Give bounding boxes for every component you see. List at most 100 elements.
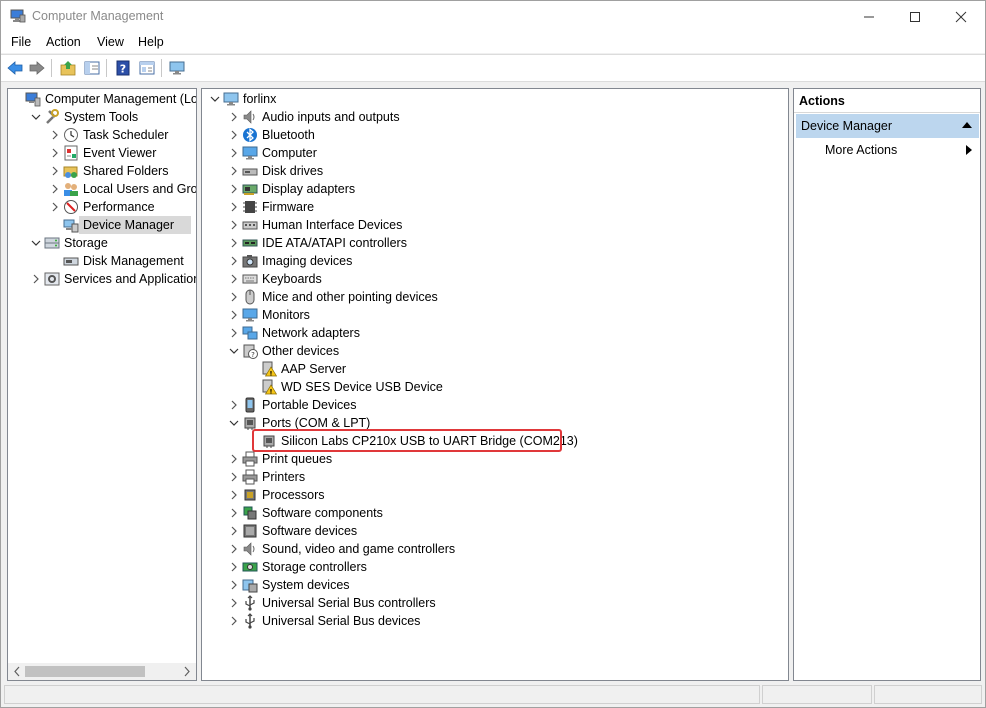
device-tree-item-human-interface-devices[interactable]: Human Interface Devices bbox=[202, 216, 788, 234]
collapsed-chevron-icon[interactable] bbox=[228, 507, 240, 519]
computer-management-icon bbox=[10, 9, 26, 23]
device-tree-item-audio-inputs-and-outputs[interactable]: Audio inputs and outputs bbox=[202, 108, 788, 126]
device-tree-item-network-adapters[interactable]: Network adapters bbox=[202, 324, 788, 342]
collapsed-chevron-icon[interactable] bbox=[49, 183, 61, 195]
collapsed-chevron-icon[interactable] bbox=[228, 597, 240, 609]
menu-view[interactable]: View bbox=[97, 35, 124, 49]
device-tree-item-computer[interactable]: Computer bbox=[202, 144, 788, 162]
device-tree-item-processors[interactable]: Processors bbox=[202, 486, 788, 504]
collapsed-chevron-icon[interactable] bbox=[228, 291, 240, 303]
console-tree-item-shared-folders[interactable]: Shared Folders bbox=[8, 162, 196, 180]
scrollbar-thumb[interactable] bbox=[25, 666, 145, 677]
more-actions-item[interactable]: More Actions bbox=[796, 139, 979, 161]
console-tree-item-local-users-and-groups[interactable]: Local Users and Groups bbox=[8, 180, 196, 198]
console-tree-item-device-manager[interactable]: Device Manager bbox=[8, 216, 196, 234]
collapsed-chevron-icon[interactable] bbox=[228, 273, 240, 285]
maximize-button[interactable] bbox=[892, 1, 938, 32]
properties-button[interactable] bbox=[137, 58, 157, 78]
device-tree-item-sound-video-and-game-controllers[interactable]: Sound, video and game controllers bbox=[202, 540, 788, 558]
back-button[interactable] bbox=[5, 58, 25, 78]
console-tree-item-computer-management-local[interactable]: Computer Management (Local bbox=[8, 90, 196, 108]
console-tree-item-services-and-applications[interactable]: Services and Applications bbox=[8, 270, 196, 288]
horizontal-scrollbar[interactable] bbox=[8, 663, 196, 680]
show-hide-tree-button[interactable] bbox=[82, 58, 102, 78]
device-tree-item-portable-devices[interactable]: Portable Devices bbox=[202, 396, 788, 414]
expanded-chevron-icon[interactable] bbox=[30, 111, 42, 123]
collapsed-chevron-icon[interactable] bbox=[228, 165, 240, 177]
collapsed-chevron-icon[interactable] bbox=[228, 489, 240, 501]
console-tree-pane[interactable]: Computer Management (Local System Tools Ta… bbox=[7, 88, 197, 681]
expanded-chevron-icon[interactable] bbox=[209, 93, 221, 105]
device-tree-item-bluetooth[interactable]: Bluetooth bbox=[202, 126, 788, 144]
collapse-up-icon[interactable] bbox=[962, 122, 972, 128]
collapsed-chevron-icon[interactable] bbox=[228, 579, 240, 591]
collapsed-chevron-icon[interactable] bbox=[49, 147, 61, 159]
collapsed-chevron-icon[interactable] bbox=[228, 219, 240, 231]
collapsed-chevron-icon[interactable] bbox=[228, 471, 240, 483]
device-manager-pane[interactable]: forlinx Audio inputs and outputs Bluetooth… bbox=[201, 88, 789, 681]
console-tree-item-disk-management[interactable]: Disk Management bbox=[8, 252, 196, 270]
collapsed-chevron-icon[interactable] bbox=[228, 111, 240, 123]
expanded-chevron-icon[interactable] bbox=[228, 417, 240, 429]
menu-action[interactable]: Action bbox=[46, 35, 81, 49]
device-tree-item-storage-controllers[interactable]: Storage controllers bbox=[202, 558, 788, 576]
collapsed-chevron-icon[interactable] bbox=[228, 129, 240, 141]
device-tree-item-display-adapters[interactable]: Display adapters bbox=[202, 180, 788, 198]
device-tree-item-other-devices[interactable]: ? Other devices bbox=[202, 342, 788, 360]
device-tree-item-universal-serial-bus-controllers[interactable]: Universal Serial Bus controllers bbox=[202, 594, 788, 612]
device-tree-item-imaging-devices[interactable]: Imaging devices bbox=[202, 252, 788, 270]
console-tree-item-storage[interactable]: Storage bbox=[8, 234, 196, 252]
console-tree-item-event-viewer[interactable]: Event Viewer bbox=[8, 144, 196, 162]
collapsed-chevron-icon[interactable] bbox=[228, 525, 240, 537]
collapsed-chevron-icon[interactable] bbox=[228, 453, 240, 465]
help-button[interactable]: ? bbox=[113, 58, 133, 78]
device-tree-item-monitors[interactable]: Monitors bbox=[202, 306, 788, 324]
collapsed-chevron-icon[interactable] bbox=[228, 201, 240, 213]
collapsed-chevron-icon[interactable] bbox=[30, 273, 42, 285]
console-tree-item-performance[interactable]: Performance bbox=[8, 198, 196, 216]
device-tree-item-software-devices[interactable]: Software devices bbox=[202, 522, 788, 540]
forward-button[interactable] bbox=[27, 58, 47, 78]
expanded-chevron-icon[interactable] bbox=[30, 237, 42, 249]
collapsed-chevron-icon[interactable] bbox=[228, 255, 240, 267]
storage-controller-icon bbox=[242, 559, 258, 575]
collapsed-chevron-icon[interactable] bbox=[228, 147, 240, 159]
menu-file[interactable]: File bbox=[11, 35, 31, 49]
device-tree-item-print-queues[interactable]: Print queues bbox=[202, 450, 788, 468]
collapsed-chevron-icon[interactable] bbox=[228, 327, 240, 339]
collapsed-chevron-icon[interactable] bbox=[228, 237, 240, 249]
collapsed-chevron-icon[interactable] bbox=[228, 309, 240, 321]
console-tree-item-task-scheduler[interactable]: Task Scheduler bbox=[8, 126, 196, 144]
actions-section-device-manager[interactable]: Device Manager bbox=[796, 114, 979, 138]
collapsed-chevron-icon[interactable] bbox=[228, 543, 240, 555]
device-tree-item-ide-ata-atapi-controllers[interactable]: IDE ATA/ATAPI controllers bbox=[202, 234, 788, 252]
console-tree-item-system-tools[interactable]: System Tools bbox=[8, 108, 196, 126]
scroll-left-icon[interactable] bbox=[11, 663, 23, 680]
device-tree-item-mice-and-other-pointing-devices[interactable]: Mice and other pointing devices bbox=[202, 288, 788, 306]
device-tree-item-universal-serial-bus-devices[interactable]: Universal Serial Bus devices bbox=[202, 612, 788, 630]
scroll-right-icon[interactable] bbox=[181, 663, 193, 680]
device-tree-item-firmware[interactable]: Firmware bbox=[202, 198, 788, 216]
collapsed-chevron-icon[interactable] bbox=[49, 165, 61, 177]
menu-help[interactable]: Help bbox=[138, 35, 164, 49]
device-tree-item-forlinx[interactable]: forlinx bbox=[202, 90, 788, 108]
usb-icon bbox=[242, 595, 258, 611]
device-tree-item-disk-drives[interactable]: Disk drives bbox=[202, 162, 788, 180]
collapsed-chevron-icon[interactable] bbox=[49, 201, 61, 213]
collapsed-chevron-icon[interactable] bbox=[228, 615, 240, 627]
close-button[interactable] bbox=[938, 1, 984, 32]
minimize-button[interactable] bbox=[846, 1, 892, 32]
collapsed-chevron-icon[interactable] bbox=[49, 129, 61, 141]
device-tree-item-system-devices[interactable]: System devices bbox=[202, 576, 788, 594]
monitor-button[interactable] bbox=[167, 58, 187, 78]
device-tree-item-printers[interactable]: Printers bbox=[202, 468, 788, 486]
device-tree-item-keyboards[interactable]: Keyboards bbox=[202, 270, 788, 288]
device-tree-item-aap-server[interactable]: ! AAP Server bbox=[202, 360, 788, 378]
device-tree-item-software-components[interactable]: Software components bbox=[202, 504, 788, 522]
device-tree-item-wd-ses-device-usb-device[interactable]: ! WD SES Device USB Device bbox=[202, 378, 788, 396]
up-folder-button[interactable] bbox=[58, 58, 78, 78]
collapsed-chevron-icon[interactable] bbox=[228, 399, 240, 411]
collapsed-chevron-icon[interactable] bbox=[228, 183, 240, 195]
collapsed-chevron-icon[interactable] bbox=[228, 561, 240, 573]
expanded-chevron-icon[interactable] bbox=[228, 345, 240, 357]
